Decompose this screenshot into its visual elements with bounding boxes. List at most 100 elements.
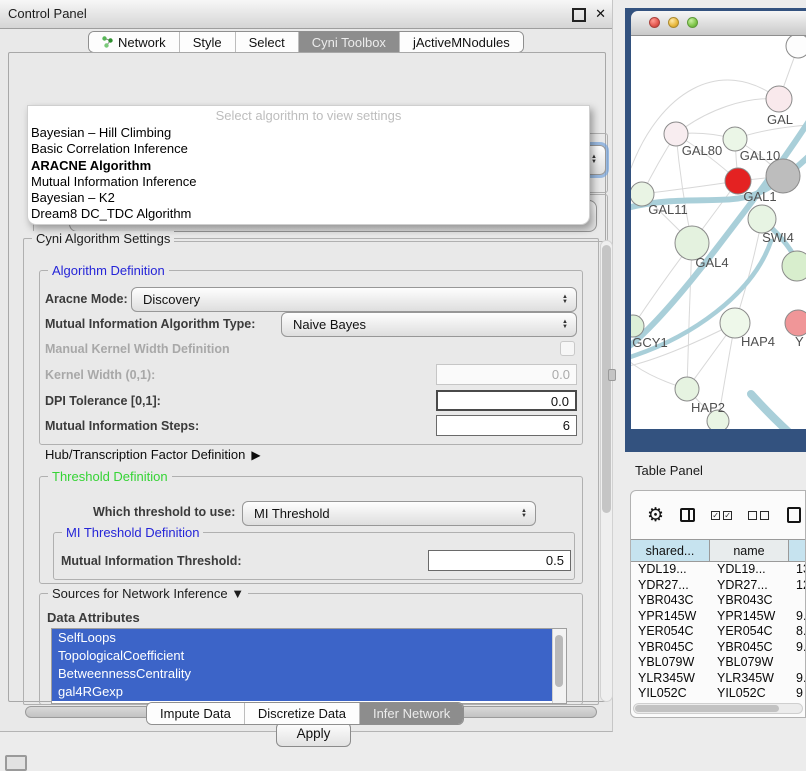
- close-traffic-light-icon[interactable]: [649, 17, 660, 28]
- node-label: GAL1: [743, 189, 776, 204]
- node-white[interactable]: [786, 36, 806, 58]
- mi-algorithm-type-label: Mutual Information Algorithm Type:: [45, 317, 255, 331]
- tab-infer-network[interactable]: Infer Network: [359, 703, 463, 724]
- control-panel-title: Control Panel: [8, 0, 87, 28]
- table-panel-title: Table Panel: [635, 463, 703, 478]
- mi-steps-label: Mutual Information Steps:: [45, 419, 199, 433]
- mi-threshold-field[interactable]: 0.5: [428, 550, 571, 571]
- mi-threshold-label: Mutual Information Threshold:: [61, 554, 242, 568]
- column-layout-icon[interactable]: [680, 508, 695, 522]
- algorithm-option[interactable]: Dream8 DC_TDC Algorithm: [28, 206, 589, 222]
- table-row[interactable]: YIL052CYIL052C9: [631, 686, 806, 699]
- column-header-shared[interactable]: shared...: [631, 539, 710, 562]
- zoom-traffic-light-icon[interactable]: [687, 17, 698, 28]
- minimized-panel-icon[interactable]: [5, 755, 27, 771]
- manual-kernel-width-checkbox[interactable]: [560, 341, 575, 356]
- settings-group-title: Cyni Algorithm Settings: [32, 231, 174, 246]
- popup-placeholder: Select algorithm to view settings: [28, 106, 589, 125]
- network-window-titlebar[interactable]: [631, 11, 806, 36]
- panel-splitter-handle[interactable]: [608, 369, 616, 381]
- network-canvas[interactable]: GALGAL80GAL10GAL1GAL11SWI4GAL4GCY1HAP4YH…: [631, 36, 806, 429]
- bottom-tabs: Impute DataDiscretize DataInfer Network: [146, 702, 464, 725]
- attribute-item[interactable]: SelfLoops: [52, 629, 553, 647]
- column-header-name[interactable]: name: [710, 539, 789, 562]
- node-swi4[interactable]: [748, 205, 776, 233]
- popup-item-list: Bayesian – Hill ClimbingBasic Correlatio…: [28, 125, 589, 223]
- attribute-item[interactable]: TopologicalCoefficient: [52, 647, 553, 665]
- column-header-A[interactable]: A: [789, 539, 806, 562]
- apply-button[interactable]: Apply: [276, 722, 351, 747]
- combo-stepper-icon: ▲▼: [591, 155, 597, 165]
- attribute-item[interactable]: gal4RGexp: [52, 683, 553, 701]
- algorithm-option[interactable]: ARACNE Algorithm: [28, 158, 589, 174]
- hide-columns-icon[interactable]: [748, 511, 769, 520]
- mi-steps-field[interactable]: 6: [436, 415, 577, 436]
- network-graph[interactable]: GALGAL80GAL10GAL1GAL11SWI4GAL4GCY1HAP4YH…: [631, 36, 806, 429]
- algorithm-option[interactable]: Bayesian – Hill Climbing: [28, 125, 589, 141]
- tab-style[interactable]: Style: [179, 32, 235, 52]
- sources-group-title: Sources for Network Inference ▼: [48, 586, 248, 601]
- table-row[interactable]: YDR27...YDR27...12: [631, 578, 806, 594]
- node-hap2[interactable]: [675, 377, 699, 401]
- table-row[interactable]: YER054CYER054C8.: [631, 624, 806, 640]
- combo-stepper-icon: ▲▼: [521, 509, 527, 519]
- kernel-width-field[interactable]: 0.0: [436, 364, 577, 385]
- table-rows: YDL19...YDL19...13YDR27...YDR27...12YBR0…: [631, 562, 806, 699]
- node-pink-top[interactable]: [766, 86, 792, 112]
- table-row[interactable]: YBR045CYBR045C9.: [631, 640, 806, 656]
- network-view-window: GALGAL80GAL10GAL1GAL11SWI4GAL4GCY1HAP4YH…: [625, 8, 806, 452]
- table-row[interactable]: YBR043CYBR043C: [631, 593, 806, 609]
- float-window-icon[interactable]: [572, 8, 586, 22]
- tab-network[interactable]: Network: [89, 32, 179, 52]
- table-row[interactable]: YBL079WYBL079W: [631, 655, 806, 671]
- data-attributes-label: Data Attributes: [47, 610, 140, 625]
- mi-threshold-group-title: MI Threshold Definition: [62, 525, 203, 540]
- kernel-width-label: Kernel Width (0,1):: [45, 368, 155, 382]
- algorithm-option[interactable]: Mutual Information Inference: [28, 174, 589, 190]
- network-edge: [642, 181, 738, 194]
- node-right-green[interactable]: [782, 251, 806, 281]
- algorithm-option[interactable]: Bayesian – K2: [28, 190, 589, 206]
- dpi-tolerance-label: DPI Tolerance [0,1]:: [45, 394, 161, 408]
- algorithm-definition-title: Algorithm Definition: [48, 263, 169, 278]
- minimize-traffic-light-icon[interactable]: [668, 17, 679, 28]
- node-label: GAL4: [695, 255, 728, 270]
- expand-right-icon: ▶: [251, 448, 260, 462]
- which-threshold-combo[interactable]: MI Threshold ▲▼: [242, 501, 536, 526]
- aracne-mode-combo[interactable]: Discovery ▲▼: [131, 287, 577, 312]
- show-columns-icon[interactable]: ✓✓: [711, 511, 732, 520]
- settings-vertical-scrollbar[interactable]: [600, 240, 613, 702]
- network-edge: [751, 394, 806, 429]
- tab-cyni-toolbox[interactable]: Cyni Toolbox: [298, 32, 399, 52]
- table-horizontal-scrollbar-thumb[interactable]: [635, 705, 779, 712]
- table-row[interactable]: YLR345WYLR345W9.: [631, 671, 806, 687]
- table-row[interactable]: YDL19...YDL19...13: [631, 562, 806, 578]
- tab-jactivemnodules[interactable]: jActiveMNodules: [399, 32, 523, 52]
- combo-stepper-icon: ▲▼: [562, 295, 568, 305]
- table-row[interactable]: YPR145WYPR145W9.: [631, 609, 806, 625]
- attributes-scrollbar-thumb[interactable]: [555, 635, 563, 687]
- dpi-tolerance-field[interactable]: 0.0: [436, 390, 577, 411]
- node-salmon[interactable]: [785, 310, 806, 336]
- attributes-scrollbar[interactable]: [552, 629, 566, 703]
- table-toolbar: ⚙ ✓✓: [631, 491, 805, 539]
- table-horizontal-scrollbar[interactable]: [633, 703, 803, 714]
- mi-algorithm-type-combo[interactable]: Naive Bayes ▲▼: [281, 312, 577, 337]
- node-gray[interactable]: [766, 159, 800, 193]
- tab-impute-data[interactable]: Impute Data: [147, 703, 244, 724]
- close-window-icon[interactable]: ✕: [595, 6, 606, 22]
- table-settings-gear-icon[interactable]: ⚙: [647, 504, 664, 527]
- node-label: GCY1: [632, 335, 667, 350]
- export-table-icon[interactable]: [787, 507, 801, 523]
- control-panel-window: Control Panel ✕ NetworkStyleSelectCyni T…: [0, 0, 613, 732]
- algorithm-option[interactable]: Basic Correlation Inference: [28, 141, 589, 157]
- hub-definition-expander[interactable]: Hub/Transcription Factor Definition▶: [45, 447, 261, 462]
- table-panel: ⚙ ✓✓ shared...nameA YDL19...YDL19...13YD…: [630, 490, 806, 718]
- combo-stepper-icon: ▲▼: [562, 320, 568, 330]
- tab-select[interactable]: Select: [235, 32, 298, 52]
- network-edge: [687, 243, 692, 389]
- algorithm-selector-popup: Select algorithm to view settings Bayesi…: [27, 105, 590, 225]
- node-label: Y: [795, 334, 804, 349]
- tab-discretize-data[interactable]: Discretize Data: [244, 703, 359, 724]
- attribute-item[interactable]: BetweennessCentrality: [52, 665, 553, 683]
